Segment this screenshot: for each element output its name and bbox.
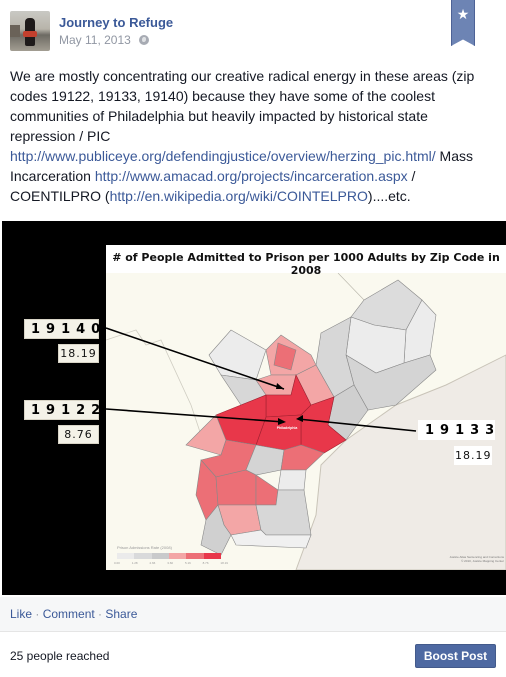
- zip-callout-19122: 19122: [24, 400, 100, 420]
- avatar-building: [10, 25, 20, 37]
- rate-callout-19122: 8.76: [58, 425, 99, 444]
- avatar-bag: [23, 31, 37, 37]
- page-avatar[interactable]: [10, 11, 50, 51]
- post-footer: 25 people reached Boost Post: [0, 633, 506, 677]
- callout-line-19133: [297, 418, 417, 432]
- post-actions-bar: Like · Comment · Share: [0, 597, 506, 632]
- separator: ·: [32, 607, 43, 621]
- post-header: Journey to Refuge May 11, 2013 ★: [0, 0, 506, 60]
- rate-callout-19133: 18.19: [454, 446, 492, 465]
- callout-arrow-19133: [296, 415, 303, 422]
- link-amacad[interactable]: http://www.amacad.org/projects/incarcera…: [95, 168, 408, 184]
- post-text-intro: We are mostly concentrating our creative…: [10, 68, 475, 144]
- callout-arrow-19122: [278, 418, 286, 425]
- page-name-link[interactable]: Journey to Refuge: [59, 15, 173, 30]
- boost-post-button[interactable]: Boost Post: [415, 644, 496, 668]
- zip-callout-19140: 19140: [24, 319, 100, 339]
- post-text-end: )....etc.: [367, 188, 411, 204]
- like-link[interactable]: Like: [10, 607, 32, 621]
- callout-line-19140: [105, 327, 285, 390]
- separator: ·: [94, 607, 106, 621]
- callout-arrow-19140: [276, 383, 284, 389]
- link-publiceye[interactable]: http://www.publiceye.org/defendingjustic…: [10, 148, 436, 164]
- post-photo[interactable]: Philadelphia # of People Admitted to Pri…: [2, 221, 506, 595]
- post-actions: Like · Comment · Share: [10, 607, 137, 621]
- star-icon: ★: [456, 6, 470, 22]
- post-body: We are mostly concentrating our creative…: [10, 66, 490, 206]
- globe-icon[interactable]: [139, 35, 149, 45]
- share-link[interactable]: Share: [105, 607, 137, 621]
- comment-link[interactable]: Comment: [43, 607, 95, 621]
- post-date[interactable]: May 11, 2013: [59, 33, 131, 47]
- rate-callout-19140: 18.19: [58, 344, 99, 363]
- zip-callout-19133: 19133: [418, 420, 495, 440]
- link-wikipedia-cointelpro[interactable]: http://en.wikipedia.org/wiki/COINTELPRO: [110, 188, 368, 204]
- reach-count[interactable]: 25 people reached: [10, 649, 109, 663]
- callout-line-19122: [105, 408, 285, 423]
